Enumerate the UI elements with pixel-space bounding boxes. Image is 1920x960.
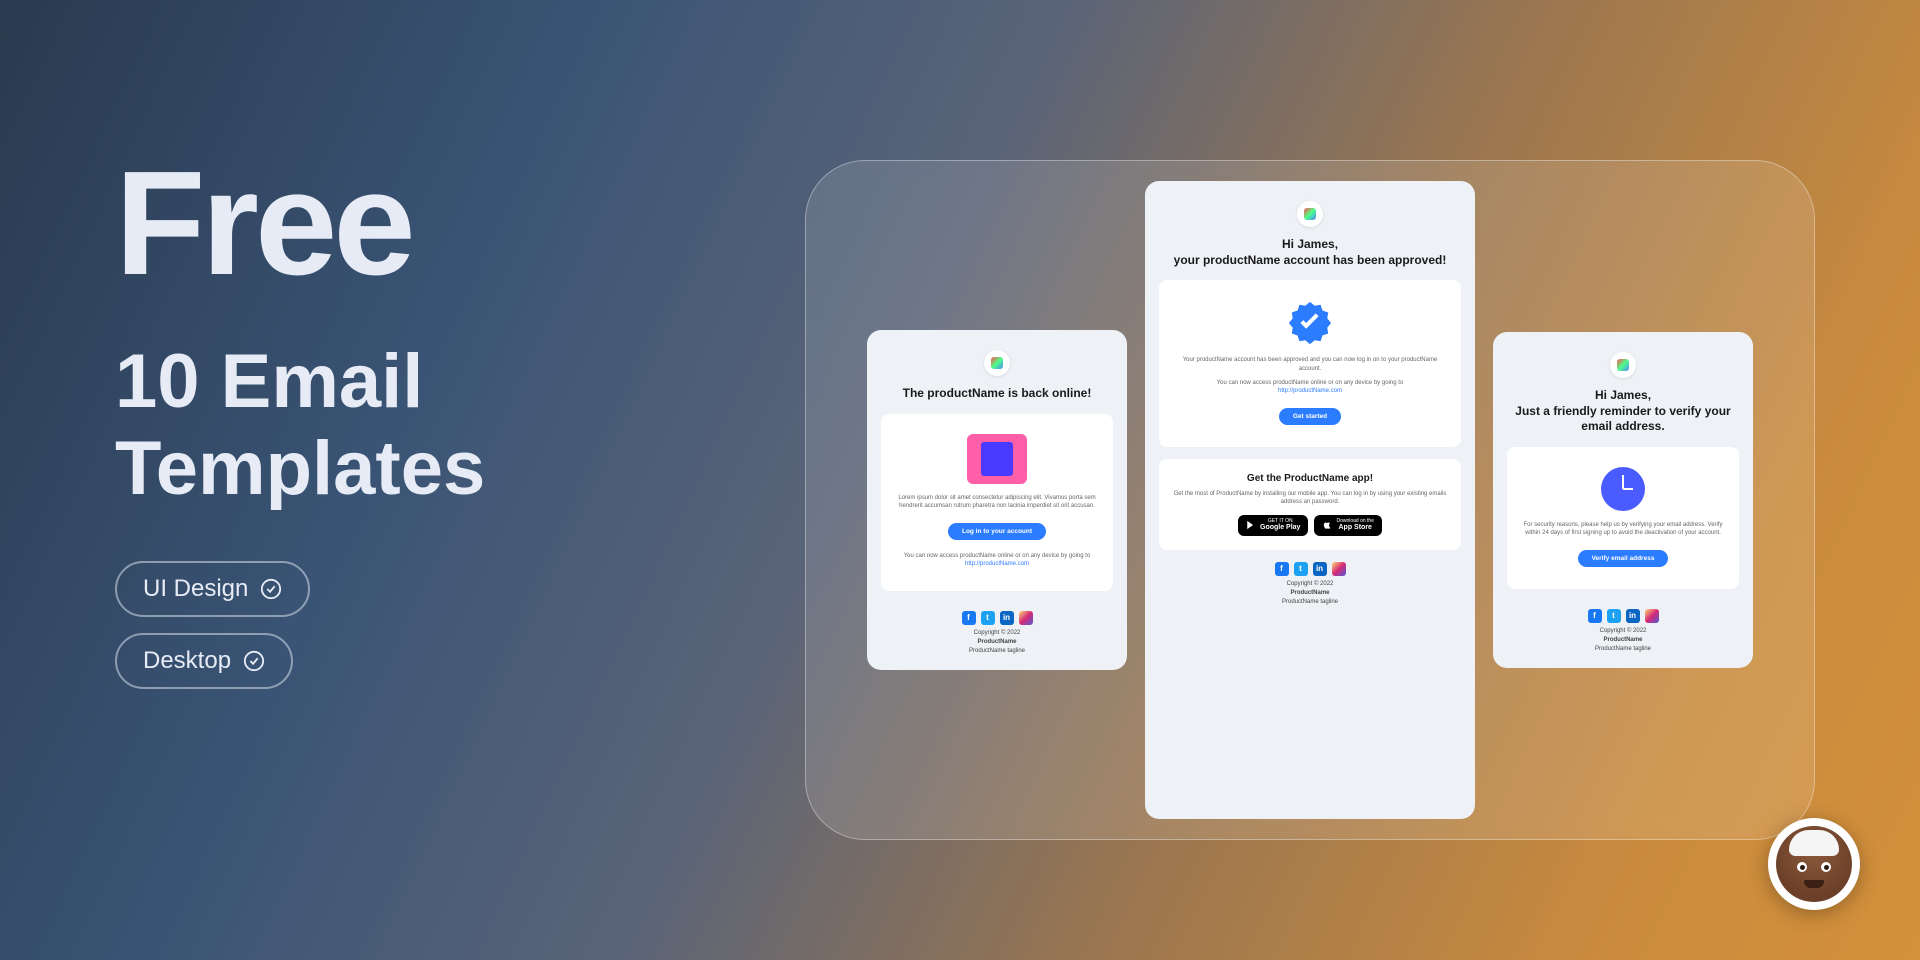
linkedin-icon[interactable]: in <box>1626 609 1640 623</box>
twitter-icon[interactable]: t <box>981 611 995 625</box>
link-text: You can now access productName online or… <box>893 552 1101 569</box>
app-download-section: Get the ProductName app! Get the most of… <box>1159 459 1461 550</box>
verified-badge-icon <box>1287 300 1333 346</box>
card-footer: Copyright © 2022 ProductName ProductName… <box>969 629 1025 656</box>
verify-email-button[interactable]: Verify email address <box>1578 550 1669 567</box>
google-play-button[interactable]: GET IT ONGoogle Play <box>1238 515 1308 536</box>
instagram-icon[interactable] <box>1332 562 1346 576</box>
email-card-back-online: The productName is back online! Lorem ip… <box>867 330 1127 669</box>
card-body-box: For security reasons, please help us by … <box>1507 447 1739 589</box>
hero-subtitle: 10 Email Templates <box>115 338 485 513</box>
hero-title: Free <box>115 150 485 298</box>
email-card-verify-reminder: Hi James, Just a friendly reminder to ve… <box>1493 332 1753 668</box>
login-button[interactable]: Log in to your account <box>948 523 1046 540</box>
product-logo-icon <box>984 350 1010 376</box>
app-body-text: Get the most of ProductName by installin… <box>1171 490 1449 507</box>
facebook-icon[interactable]: f <box>1588 609 1602 623</box>
facebook-icon[interactable]: f <box>1275 562 1289 576</box>
app-store-button[interactable]: Download on theApp Store <box>1314 515 1382 536</box>
tag-ui-design[interactable]: UI Design <box>115 561 310 617</box>
card-body-box: Lorem ipsum dolor sit amet consectetur a… <box>881 414 1113 591</box>
linkedin-icon[interactable]: in <box>1000 611 1014 625</box>
link-text: You can now access productName online or… <box>1171 379 1449 396</box>
twitter-icon[interactable]: t <box>1607 609 1621 623</box>
check-circle-icon <box>243 650 265 672</box>
instagram-icon[interactable] <box>1019 611 1033 625</box>
get-started-button[interactable]: Get started <box>1279 408 1341 425</box>
product-logo-icon <box>1297 201 1323 227</box>
author-avatar[interactable] <box>1768 818 1860 910</box>
product-logo-icon <box>1610 352 1636 378</box>
tag-desktop[interactable]: Desktop <box>115 633 293 689</box>
store-buttons: GET IT ONGoogle Play Download on theApp … <box>1171 515 1449 536</box>
linkedin-icon[interactable]: in <box>1313 562 1327 576</box>
social-icons: f t in <box>962 611 1033 625</box>
body-text: For security reasons, please help us by … <box>1519 521 1727 538</box>
card-footer: Copyright © 2022 ProductName ProductName… <box>1282 580 1338 607</box>
card-body-box: Your productName account has been approv… <box>1159 280 1461 447</box>
body-text: Lorem ipsum dolor sit amet consectetur a… <box>893 494 1101 511</box>
tag-list: UI Design Desktop <box>115 561 485 705</box>
app-section-title: Get the ProductName app! <box>1171 473 1449 484</box>
social-icons: f t in <box>1275 562 1346 576</box>
facebook-icon[interactable]: f <box>962 611 976 625</box>
body-text: Your productName account has been approv… <box>1171 356 1449 373</box>
card-footer: Copyright © 2022 ProductName ProductName… <box>1595 627 1651 654</box>
apple-icon <box>1322 520 1332 530</box>
card-heading: Hi James, Just a friendly reminder to ve… <box>1507 388 1739 435</box>
card-heading: Hi James, your productName account has b… <box>1174 237 1447 268</box>
clock-icon <box>1601 467 1645 511</box>
instagram-icon[interactable] <box>1645 609 1659 623</box>
card-heading: The productName is back online! <box>903 386 1092 402</box>
product-link[interactable]: http://productName.com <box>965 561 1029 567</box>
templates-preview-panel: The productName is back online! Lorem ip… <box>805 160 1815 840</box>
google-play-icon <box>1246 520 1256 530</box>
product-link[interactable]: http://productName.com <box>1278 388 1342 394</box>
hero-text-block: Free 10 Email Templates UI Design Deskto… <box>115 150 485 705</box>
social-icons: f t in <box>1588 609 1659 623</box>
email-card-approved: Hi James, your productName account has b… <box>1145 181 1475 819</box>
illustration-icon <box>967 434 1027 484</box>
memoji-icon <box>1776 826 1852 902</box>
twitter-icon[interactable]: t <box>1294 562 1308 576</box>
check-circle-icon <box>260 578 282 600</box>
